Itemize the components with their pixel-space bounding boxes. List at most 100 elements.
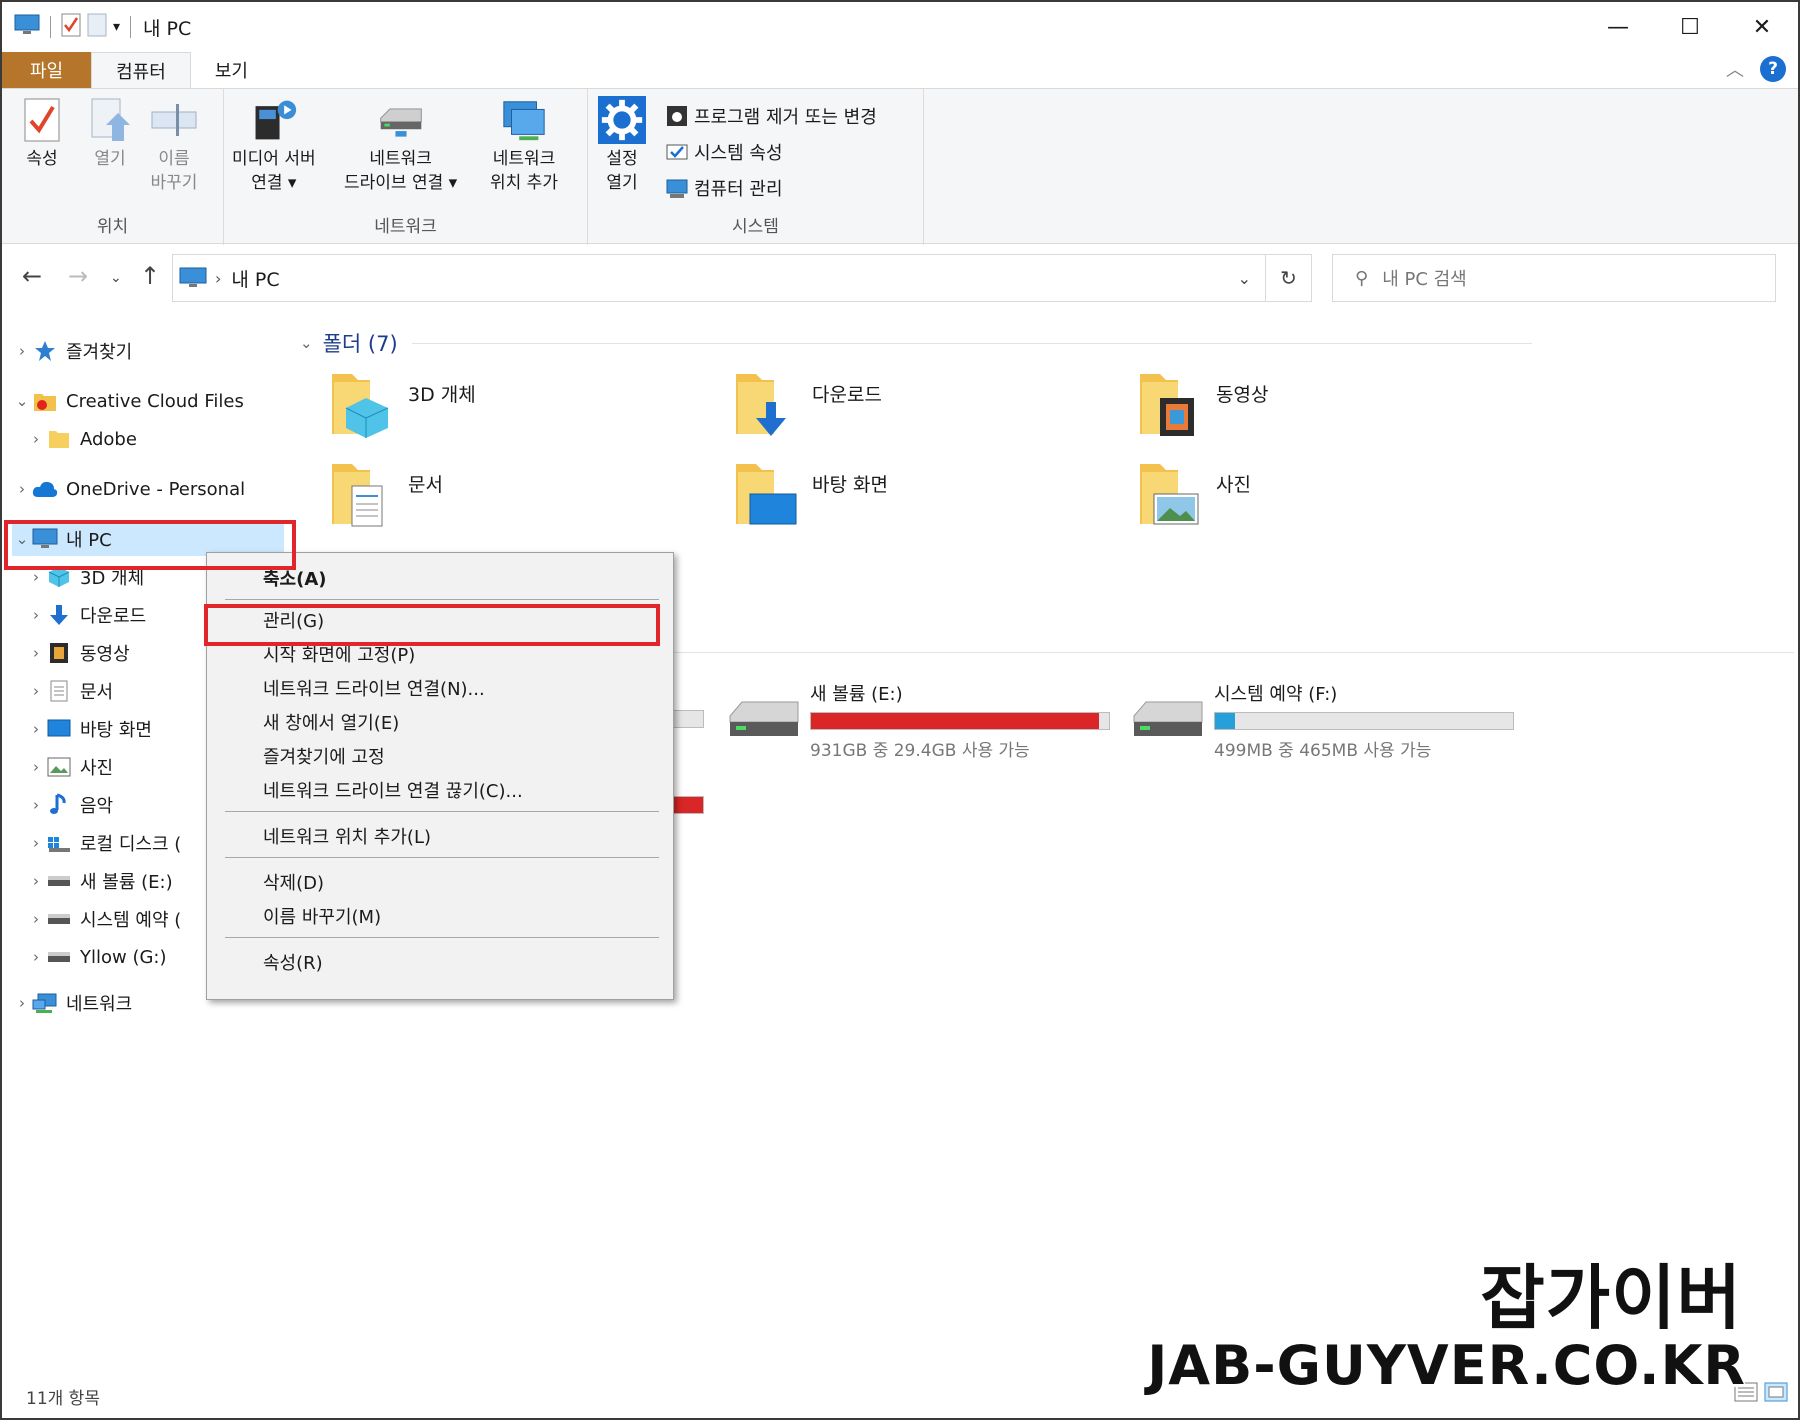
folder-pictures[interactable]: 사진 (1138, 458, 1251, 530)
devices-section-divider (674, 652, 1794, 653)
tab-file[interactable]: 파일 (2, 52, 92, 88)
address-dropdown-icon[interactable]: ⌄ (1238, 269, 1251, 288)
search-input[interactable]: ⚲ 내 PC 검색 (1332, 254, 1776, 302)
ribbon-controls: ︿ ? (1726, 56, 1786, 82)
add-network-location-button[interactable]: 네트워크 위치 추가 (490, 95, 558, 195)
tree-item-network[interactable]: › 네트워크 (12, 986, 132, 1020)
expand-chevron-icon[interactable]: › (26, 720, 46, 738)
tree-item-volume-e[interactable]: › 새 볼륨 (E:) (26, 864, 173, 898)
search-icon: ⚲ (1355, 267, 1369, 289)
close-button[interactable]: ✕ (1726, 2, 1798, 52)
tree-item-creative-cloud[interactable]: ⌄ Creative Cloud Files (12, 384, 244, 418)
back-arrow-icon[interactable]: ← (22, 262, 42, 290)
address-bar[interactable]: › 내 PC ⌄ (172, 254, 1266, 302)
cloud-icon (32, 476, 58, 502)
computer-icon (179, 267, 207, 287)
expand-chevron-icon[interactable]: › (12, 480, 32, 498)
tree-item-system-reserved[interactable]: › 시스템 예약 ( (26, 902, 181, 936)
folder-documents[interactable]: 문서 (330, 458, 443, 530)
open-button[interactable]: 열기 (86, 95, 134, 171)
media-server-button[interactable]: 미디어 서버 연결 ▾ (232, 95, 316, 195)
folder-downloads[interactable]: 다운로드 (734, 368, 882, 440)
map-network-drive-button[interactable]: 네트워크 드라이브 연결 ▾ (344, 95, 457, 195)
refresh-button[interactable]: ↻ (1266, 254, 1312, 302)
expand-chevron-icon[interactable]: › (26, 834, 46, 852)
menu-item-properties[interactable]: 속성(R) (263, 949, 323, 975)
expand-chevron-icon[interactable]: › (26, 910, 46, 928)
large-icons-view-icon[interactable] (1764, 1382, 1788, 1406)
folder-desktop-icon (734, 458, 798, 530)
drive-volume-e[interactable]: 새 볼륨 (E:) 931GB 중 29.4GB 사용 가능 (728, 680, 1110, 761)
rename-button[interactable]: 이름 바꾸기 (150, 95, 198, 195)
expand-chevron-icon[interactable]: › (26, 682, 46, 700)
folder-videos[interactable]: 동영상 (1138, 368, 1268, 440)
expand-chevron-icon[interactable]: › (26, 644, 46, 662)
expand-chevron-icon[interactable]: › (26, 796, 46, 814)
drive-system-reserved[interactable]: 시스템 예약 (F:) 499MB 중 465MB 사용 가능 (1132, 680, 1514, 761)
drive-info: 시스템 예약 (F:) 499MB 중 465MB 사용 가능 (1214, 680, 1514, 761)
tree-item-desktop[interactable]: › 바탕 화면 (26, 712, 152, 746)
menu-item-disconnect-drive[interactable]: 네트워크 드라이브 연결 끊기(C)... (263, 777, 523, 803)
up-arrow-icon[interactable]: ↑ (140, 262, 160, 290)
computer-management-button[interactable]: 컴퓨터 관리 (666, 175, 783, 201)
tree-item-downloads[interactable]: › 다운로드 (26, 598, 146, 632)
customize-dropdown-icon[interactable]: ▾ (113, 19, 120, 35)
uninstall-program-button[interactable]: 프로그램 제거 또는 변경 (666, 103, 877, 129)
expand-chevron-icon[interactable]: › (26, 606, 46, 624)
menu-item-open-new-window[interactable]: 새 창에서 열기(E) (263, 709, 399, 735)
properties-check-icon[interactable] (61, 13, 81, 41)
open-settings-button[interactable]: 설정 열기 (598, 95, 646, 195)
tree-item-adobe[interactable]: › Adobe (26, 422, 137, 456)
menu-item-map-drive[interactable]: 네트워크 드라이브 연결(N)... (263, 675, 485, 701)
menu-item-pin-favorites[interactable]: 즐겨찾기에 고정 (263, 743, 385, 769)
collapse-chevron-icon[interactable]: ⌄ (12, 392, 32, 410)
usage-bar (1214, 712, 1514, 730)
properties-button[interactable]: 속성 (18, 95, 66, 171)
tree-item-drive-g[interactable]: › Yllow (G:) (26, 940, 167, 974)
computer-icon[interactable] (14, 14, 40, 40)
folders-section-header[interactable]: ⌄ 폴더 (7) (300, 328, 1532, 358)
expand-chevron-icon[interactable]: › (12, 342, 32, 360)
ribbon: 속성 열기 이름 바꾸기 위치 미디어 서버 연결 ▾ 네트워크 드라이브 연결… (2, 88, 1798, 245)
expand-chevron-icon[interactable]: › (12, 994, 32, 1012)
menu-item-rename[interactable]: 이름 바꾸기(M) (263, 903, 381, 929)
tree-item-local-disk[interactable]: › 로컬 디스크 ( (26, 826, 181, 860)
expand-chevron-icon[interactable]: › (26, 568, 46, 586)
network-drive-icon (377, 95, 425, 145)
tab-computer[interactable]: 컴퓨터 (91, 52, 191, 88)
menu-item-delete[interactable]: 삭제(D) (263, 869, 324, 895)
collapse-chevron-icon[interactable]: ⌄ (300, 334, 313, 352)
collapse-ribbon-icon[interactable]: ︿ (1726, 56, 1744, 82)
creative-cloud-folder-icon (32, 388, 58, 414)
tree-item-documents[interactable]: › 문서 (26, 674, 113, 708)
usage-fill (811, 713, 1100, 729)
expand-chevron-icon[interactable]: › (26, 872, 46, 890)
tree-item-videos[interactable]: › 동영상 (26, 636, 130, 670)
tree-item-onedrive[interactable]: › OneDrive - Personal (12, 472, 245, 506)
tree-item-pictures[interactable]: › 사진 (26, 750, 113, 784)
tree-item-music[interactable]: › 음악 (26, 788, 113, 822)
breadcrumb[interactable]: 내 PC (231, 265, 279, 292)
minimize-button[interactable]: — (1582, 2, 1654, 52)
expand-chevron-icon[interactable]: › (26, 948, 46, 966)
help-icon[interactable]: ? (1760, 56, 1786, 82)
maximize-button[interactable]: ☐ (1654, 2, 1726, 52)
network-icon (32, 990, 58, 1016)
film-icon (46, 640, 72, 666)
tab-view[interactable]: 보기 (191, 52, 272, 88)
folder-3d-objects[interactable]: 3D 개체 (330, 368, 476, 440)
new-folder-icon[interactable] (87, 13, 107, 41)
forward-arrow-icon[interactable]: → (68, 262, 88, 290)
hard-drive-icon (728, 698, 800, 742)
expand-chevron-icon[interactable]: › (26, 430, 46, 448)
menu-item-add-network-location[interactable]: 네트워크 위치 추가(L) (263, 823, 431, 849)
expand-chevron-icon[interactable]: › (26, 758, 46, 776)
system-properties-button[interactable]: 시스템 속성 (666, 139, 783, 165)
network-location-icon (500, 95, 548, 145)
menu-separator (225, 811, 659, 812)
section-divider (411, 342, 1532, 344)
folder-desktop[interactable]: 바탕 화면 (734, 458, 888, 530)
tree-item-favorites[interactable]: › 즐겨찾기 (12, 334, 132, 368)
recent-locations-chevron-icon[interactable]: ⌄ (110, 270, 122, 286)
windows-drive-icon (46, 830, 72, 856)
